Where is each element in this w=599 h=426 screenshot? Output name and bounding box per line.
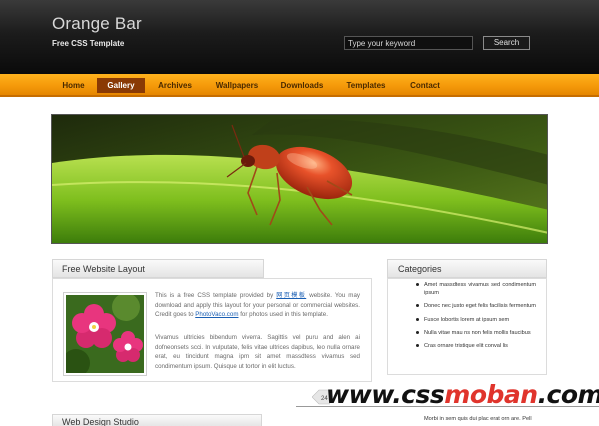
category-item[interactable]: Fusce lobortis lorem at ipsum sem: [416, 316, 536, 324]
section-title: Free Website Layout: [62, 264, 145, 274]
category-list: Amet massdtess vivamus sed condimentum i…: [416, 281, 536, 355]
nav-item-gallery[interactable]: Gallery: [97, 78, 145, 93]
next-section-header: Web Design Studio: [52, 414, 262, 426]
watermark-highlight: moban: [444, 380, 538, 409]
search-input[interactable]: [344, 36, 473, 50]
sidebar-title: Categories: [398, 264, 442, 274]
sidebar-bottom-text: Morbi in sem quis dui plac erat orn are.…: [424, 416, 532, 422]
nav-item-templates[interactable]: Templates: [340, 78, 392, 93]
banner-image: [51, 114, 548, 244]
nav-item-contact[interactable]: Contact: [404, 78, 446, 93]
search-button[interactable]: Search: [483, 36, 530, 50]
next-section-title: Web Design Studio: [62, 417, 139, 426]
nav-item-archives[interactable]: Archives: [153, 78, 197, 93]
flower-thumbnail: [62, 292, 147, 377]
category-item[interactable]: Nulla vitae mau ns non felis mollis fauc…: [416, 329, 536, 337]
site-subtitle: Free CSS Template: [52, 39, 125, 48]
sidebar-header: Categories: [387, 259, 547, 278]
beetle-on-leaf-image: [52, 115, 547, 243]
second-paragraph: Vivamus ultricies bibendum viverra. Sagi…: [155, 334, 360, 370]
watermark-suffix: .com: [537, 380, 599, 409]
flower-image: [62, 293, 144, 377]
category-item[interactable]: Amet massdtess vivamus sed condimentum i…: [416, 281, 536, 297]
section-header: Free Website Layout: [52, 259, 264, 278]
category-item[interactable]: Cras ornare tristique elit conval lis: [416, 342, 536, 350]
intro-text-3: for photos used in this template.: [238, 311, 328, 319]
site-title: Orange Bar: [52, 14, 142, 33]
intro-paragraph: This is a free CSS template provided by …: [155, 291, 360, 320]
watermark-prefix: www.css: [326, 380, 445, 409]
category-item[interactable]: Donec nec justo eget felis facilisis fer…: [416, 302, 536, 310]
photovaco-link[interactable]: PhotoVaco.com: [195, 311, 238, 318]
watermark-text: www.cssmoban.com: [326, 380, 599, 409]
nav-item-home[interactable]: Home: [56, 78, 91, 93]
nav-item-wallpapers[interactable]: Wallpapers: [210, 78, 264, 93]
header: Orange Bar Free CSS Template Search: [0, 0, 599, 74]
nav-item-downloads[interactable]: Downloads: [276, 78, 328, 93]
template-site-link[interactable]: 网页模板: [276, 292, 306, 299]
intro-text-1: This is a free CSS template provided by: [155, 292, 277, 299]
main-nav: Home Gallery Archives Wallpapers Downloa…: [0, 74, 599, 97]
